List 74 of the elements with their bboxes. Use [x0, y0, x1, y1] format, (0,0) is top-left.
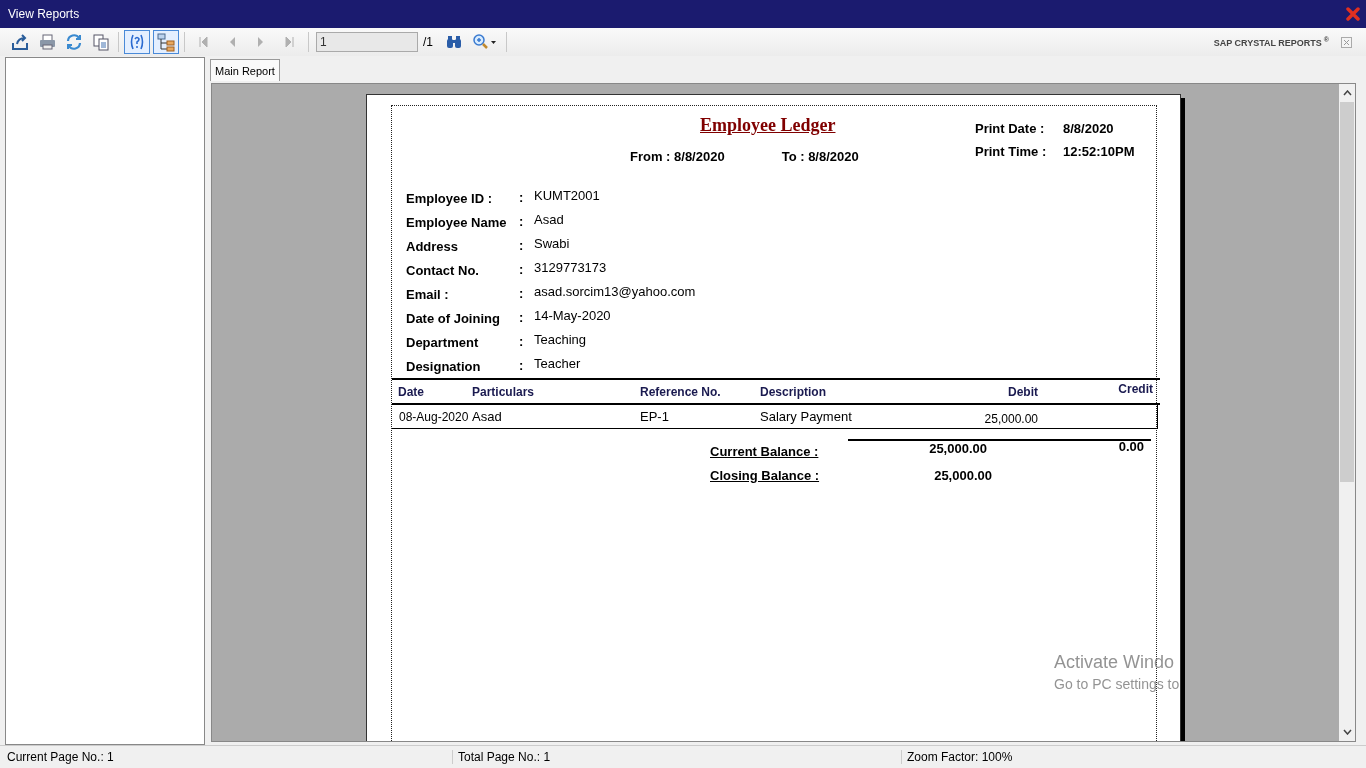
table-cell-text: 08-Aug-2020: [398, 409, 470, 424]
skip-arrow-icon: [285, 36, 295, 48]
field-separator: :: [519, 261, 525, 277]
field-separator: :: [519, 189, 525, 205]
binoculars-icon: [445, 34, 463, 50]
field-value: 14-May-2020: [534, 308, 611, 323]
refresh-icon: [65, 33, 83, 51]
column-header: Debit: [1007, 384, 1038, 399]
scroll-down-icon[interactable]: [1342, 729, 1352, 735]
page-total: /1: [423, 35, 433, 49]
column-header: Reference No.: [640, 384, 722, 399]
status-text: Zoom Factor: 100%: [901, 750, 1013, 764]
print-value: 8/8/2020: [1063, 121, 1114, 136]
printer-icon: [38, 33, 56, 51]
print-label: Print Time :: [975, 144, 1048, 159]
field-value: Swabi: [534, 236, 570, 251]
tree-icon: [156, 32, 176, 52]
activation-notice: Activate Windo: [1054, 652, 1176, 673]
table-cell-text: 25,000.00: [983, 410, 1038, 426]
field-value: Teaching: [534, 332, 587, 347]
table-cell-text: Salary Payment: [760, 409, 853, 424]
field-separator: :: [519, 333, 525, 349]
help-button[interactable]: [124, 30, 150, 54]
balance-label: Closing Balance :: [710, 467, 821, 483]
balance-debit: 25,000.00: [928, 440, 987, 456]
field-label: Designation: [406, 358, 482, 374]
field-value: asad.sorcim13@yahoo.com: [534, 284, 696, 299]
balance-credit: 0.00: [1117, 438, 1144, 454]
column-header: Description: [760, 384, 827, 399]
table-cell-text: EP-1: [640, 409, 670, 424]
zoom-icon: [472, 33, 498, 51]
window-title: View Reports: [8, 7, 81, 21]
status-text: Total Page No.: 1: [452, 750, 901, 764]
field-separator: :: [519, 237, 525, 253]
field-separator: :: [519, 357, 525, 373]
field-separator: :: [519, 213, 525, 229]
report-tab[interactable]: Main Report: [210, 59, 280, 81]
skip-arrow-icon: [198, 36, 208, 48]
field-label: Department: [406, 334, 480, 350]
arrow-icon: [256, 36, 266, 48]
field-label: Employee ID :: [406, 190, 493, 206]
field-value: KUMT2001: [534, 188, 600, 203]
balance-label: Current Balance :: [710, 443, 820, 459]
field-label: Email :: [406, 286, 450, 302]
field-separator: :: [519, 309, 525, 325]
to-date: To : 8/8/2020: [781, 149, 859, 164]
field-value: Asad: [534, 212, 564, 227]
print-value: 12:52:10PM: [1063, 144, 1135, 159]
print-label: Print Date :: [975, 121, 1046, 136]
column-header: Date: [397, 384, 425, 399]
column-header: Credit: [1117, 381, 1153, 396]
column-header: Particulars: [472, 384, 536, 399]
field-value: 3129773173: [534, 260, 607, 275]
page-number-field[interactable]: 1: [316, 32, 418, 52]
field-label: Employee Name: [406, 214, 508, 230]
scroll-up-icon[interactable]: [1342, 90, 1352, 96]
field-label: Date of Joining: [406, 310, 501, 326]
report-title: Employee Ledger: [700, 115, 836, 136]
brand-logo: SAP CRYSTAL REPORTS $^{®}$: [1213, 36, 1329, 48]
vertical-scrollbar[interactable]: [1339, 84, 1355, 741]
copy-icon: [92, 33, 110, 51]
balance-debit: 25,000.00: [933, 467, 992, 483]
from-date: From : 8/8/2020: [630, 149, 725, 164]
table-cell-text: Asad: [472, 409, 503, 424]
close-icon[interactable]: [1346, 7, 1360, 21]
status-text: Current Page No.: 1: [6, 750, 115, 764]
close-icon[interactable]: [1341, 36, 1352, 48]
field-label: Contact No.: [406, 262, 480, 278]
field-label: Address: [406, 238, 460, 254]
activation-notice: Go to PC settings to: [1054, 676, 1181, 692]
export-icon: [11, 33, 29, 51]
field-value: Teacher: [534, 356, 581, 371]
tree-button[interactable]: [153, 30, 179, 54]
field-separator: :: [519, 285, 525, 301]
